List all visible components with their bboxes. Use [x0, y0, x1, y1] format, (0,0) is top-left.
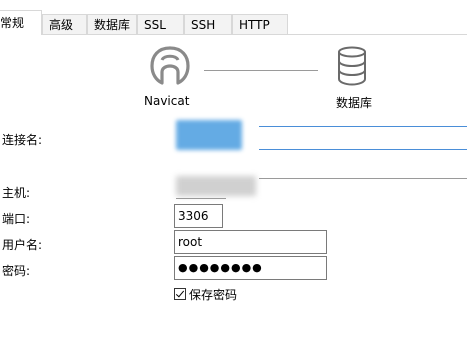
host-underline-bottom: [176, 198, 226, 199]
save-password-label: 保存密码: [189, 287, 238, 302]
tab-advanced-label: 高级: [49, 18, 74, 32]
redacted-host: [176, 176, 256, 196]
host-field[interactable]: [166, 170, 467, 200]
password-label: 密码:: [2, 264, 31, 278]
database-icon: [338, 46, 366, 86]
connection-name-underline-bottom: [259, 149, 467, 150]
tab-general-label: 常规: [0, 16, 25, 30]
tab-ssl[interactable]: SSL: [137, 14, 184, 34]
tab-strip: 常规 高级 数据库 SSL SSH HTTP: [0, 0, 467, 35]
save-password-checkbox[interactable]: [174, 288, 186, 300]
tab-database[interactable]: 数据库: [87, 14, 137, 34]
connection-name-underline: [259, 126, 467, 127]
password-input[interactable]: ●●●●●●●●: [174, 256, 327, 280]
port-label: 端口:: [2, 212, 31, 226]
tab-ssl-label: SSL: [144, 18, 166, 32]
connection-name-field[interactable]: [166, 118, 467, 152]
tab-http[interactable]: HTTP: [232, 14, 288, 34]
navicat-label: Navicat: [144, 94, 190, 108]
tab-advanced[interactable]: 高级: [42, 14, 87, 34]
navicat-icon: [150, 46, 190, 85]
tab-database-label: 数据库: [94, 18, 131, 32]
username-input[interactable]: root: [174, 230, 327, 254]
tab-http-label: HTTP: [239, 18, 270, 32]
port-input[interactable]: 3306: [174, 204, 223, 228]
host-label: 主机:: [2, 186, 31, 200]
host-underline: [259, 178, 467, 179]
tab-ssh[interactable]: SSH: [184, 14, 232, 34]
connection-line: [204, 70, 318, 71]
connection-diagram: Navicat 数据库: [140, 44, 400, 114]
tab-ssh-label: SSH: [191, 18, 216, 32]
connection-name-label: 连接名:: [2, 133, 43, 147]
redacted-connection-name: [176, 120, 242, 150]
database-label: 数据库: [336, 96, 373, 110]
tab-general[interactable]: 常规: [0, 10, 42, 35]
save-password-option[interactable]: 保存密码: [174, 287, 238, 302]
username-label: 用户名:: [2, 238, 43, 252]
